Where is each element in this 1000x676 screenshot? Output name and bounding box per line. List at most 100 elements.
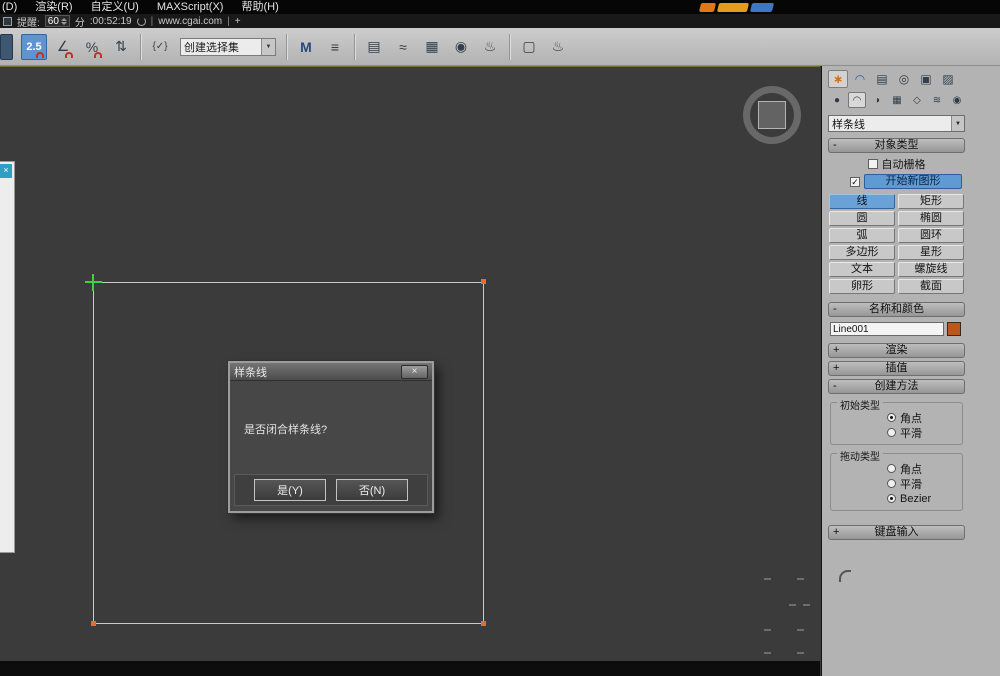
rollout-header-creation-method[interactable]: - 创建方法 [828, 379, 965, 394]
percent-snap-button[interactable]: % [79, 34, 105, 60]
no-button[interactable]: 否(N) [336, 479, 408, 501]
spinner-arrows-icon[interactable] [60, 17, 67, 25]
shape-button-rectangle[interactable]: 矩形 [898, 194, 964, 209]
render-setup-icon: ♨ [483, 38, 497, 54]
first-vertex-cross-icon [92, 274, 94, 291]
shape-button-ngon[interactable]: 多边形 [829, 245, 895, 260]
dialog-titlebar[interactable]: 样条线 × [230, 363, 432, 381]
menu-item-maxscript[interactable]: MAXScript(X) [148, 0, 233, 14]
category-helpers[interactable]: ◇ [908, 92, 926, 108]
start-new-shape-button[interactable]: 开始新图形 [864, 174, 962, 189]
hierarchy-icon: ▤ [876, 72, 888, 86]
category-systems[interactable]: ◉ [948, 92, 966, 108]
menu-item-rendering[interactable]: 渲染(R) [26, 0, 81, 14]
rollout-header-name-color[interactable]: - 名称和颜色 [828, 302, 965, 317]
reminder-spinner[interactable]: 60 [44, 15, 70, 27]
render-setup-button[interactable]: ♨ [477, 34, 503, 60]
viewport-tick [764, 652, 771, 654]
toolbar-separator [140, 33, 141, 60]
shape-button-arc[interactable]: 弧 [829, 228, 895, 243]
shape-button-egg[interactable]: 卵形 [829, 279, 895, 294]
radio-drag-corner[interactable] [887, 464, 896, 473]
tab-utilities[interactable]: ▨ [938, 70, 958, 88]
named-selection-set-dropdown[interactable]: 创建选择集 ▼ [180, 37, 276, 56]
shape-button-star[interactable]: 星形 [898, 245, 964, 260]
shape-button-line[interactable]: 线 [829, 194, 895, 209]
material-editor-icon: ◉ [454, 38, 468, 54]
shape-button-section[interactable]: 截面 [898, 279, 964, 294]
rollout-object-type: - 对象类型 自动栅格 ✓ 开始新图形 线 矩形 圆 椭圆 弧 圆环 多边形 星… [828, 138, 965, 296]
shape-button-text[interactable]: 文本 [829, 262, 895, 277]
grid-icon [3, 16, 12, 26]
tab-hierarchy[interactable]: ▤ [872, 70, 892, 88]
expand-icon: + [833, 344, 840, 356]
close-icon[interactable]: × [0, 164, 12, 178]
dialog-close-button[interactable]: × [401, 364, 428, 379]
shape-button-helix[interactable]: 螺旋线 [898, 262, 964, 277]
edit-named-selection-button[interactable]: {✓} [147, 34, 173, 60]
tab-display[interactable]: ▣ [916, 70, 936, 88]
angle-snap-button[interactable]: ∠ [50, 34, 76, 60]
geometry-icon: ● [833, 94, 841, 106]
category-spacewarps[interactable]: ≋ [928, 92, 946, 108]
magnet-icon [94, 51, 102, 58]
material-editor-button[interactable]: ◉ [448, 34, 474, 60]
chevron-down-icon[interactable]: ▼ [261, 38, 275, 55]
rollout-title: 渲染 [885, 344, 908, 356]
layer-manager-button[interactable]: ▤ [361, 34, 387, 60]
rollout-header-object-type[interactable]: - 对象类型 [828, 138, 965, 153]
rollout-header-rendering[interactable]: + 渲染 [828, 343, 965, 358]
start-new-shape-checkbox[interactable]: ✓ [850, 176, 860, 187]
category-lights[interactable]: ◑ [868, 92, 886, 108]
schematic-view-button[interactable]: ▦ [419, 34, 445, 60]
rollout-header-interpolation[interactable]: + 插值 [828, 361, 965, 376]
menu-item-help[interactable]: 帮助(H) [232, 0, 287, 14]
select-window-icon[interactable] [0, 33, 13, 60]
spinner-snap-button[interactable]: ⇅ [108, 34, 134, 60]
tab-motion[interactable]: ◎ [894, 70, 914, 88]
tab-create[interactable]: ∗ [828, 70, 848, 88]
viewport-tick [797, 652, 804, 654]
collapse-icon: - [833, 380, 837, 392]
category-cameras[interactable]: ▦ [888, 92, 906, 108]
category-geometry[interactable]: ● [828, 92, 846, 108]
helpers-icon: ◇ [913, 94, 921, 106]
refresh-icon[interactable] [136, 16, 146, 26]
category-shapes[interactable]: ◠ [848, 92, 866, 108]
menu-item-graph-editors-partial[interactable]: (D) [0, 0, 26, 14]
rendered-frame-button[interactable]: ▢ [516, 34, 542, 60]
viewport-tick [797, 629, 804, 631]
radio-initial-smooth[interactable] [887, 428, 896, 437]
magnet-icon [36, 51, 44, 58]
object-name-input[interactable] [830, 322, 944, 336]
autogrid-checkbox[interactable] [867, 159, 878, 169]
viewport-tick [764, 629, 771, 631]
plus-button[interactable]: + [235, 16, 241, 27]
quick-render-button[interactable]: ♨ [545, 34, 571, 60]
menu-item-customize[interactable]: 自定义(U) [82, 0, 148, 14]
rollout-title: 创建方法 [874, 380, 919, 392]
shape-button-circle[interactable]: 圆 [829, 211, 895, 226]
lights-icon: ◑ [873, 94, 881, 106]
chevron-down-icon[interactable]: ▼ [951, 116, 964, 131]
mirror-button[interactable]: M [293, 34, 319, 60]
radio-drag-bezier[interactable] [887, 494, 896, 503]
spacewarps-icon: ≋ [932, 94, 942, 106]
align-button[interactable]: ≡ [322, 34, 348, 60]
yes-button[interactable]: 是(Y) [254, 479, 326, 501]
snaps-toggle-button[interactable]: 2.5 [21, 33, 47, 60]
object-type-body: 自动栅格 ✓ 开始新图形 线 矩形 圆 椭圆 弧 圆环 多边形 星形 文本 螺旋… [828, 153, 965, 296]
object-color-swatch[interactable] [947, 322, 961, 336]
viewcube-face[interactable] [758, 101, 786, 129]
shape-button-ellipse[interactable]: 椭圆 [898, 211, 964, 226]
shape-button-donut[interactable]: 圆环 [898, 228, 964, 243]
shape-type-dropdown[interactable]: 样条线 ▼ [828, 115, 965, 132]
rollout-header-keyboard-entry[interactable]: + 键盘输入 [828, 525, 965, 540]
perspective-viewport[interactable]: × 样条线 × 是否闭合样条线? 是(Y) 否(N) [0, 66, 820, 661]
radio-drag-smooth[interactable] [887, 479, 896, 488]
curve-editor-button[interactable]: ≈ [390, 34, 416, 60]
layer-manager-icon: ▤ [367, 38, 381, 54]
radio-initial-corner[interactable] [887, 413, 896, 422]
shapes-icon: ◠ [852, 94, 862, 106]
tab-modify[interactable]: ◠ [850, 70, 870, 88]
